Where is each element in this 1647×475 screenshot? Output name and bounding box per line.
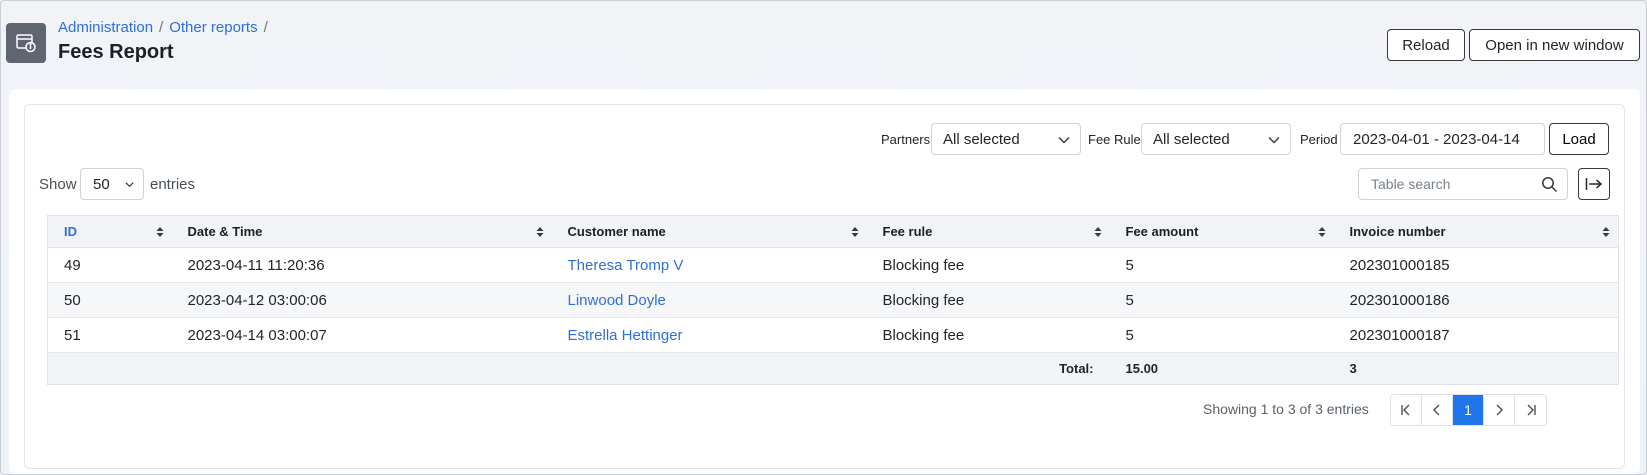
column-header-date-time[interactable]: Date & Time [171,215,552,248]
entries-per-page-value: 50 [93,175,110,193]
chevron-down-icon [1058,137,1070,144]
previous-page-button[interactable] [1422,395,1453,425]
page-title: Fees Report [58,41,174,63]
column-header-label: Fee amount [1125,224,1199,239]
footer-cell [47,352,172,385]
table-header-row: ID Date & Time Customer name Fee rule Fe… [47,215,1619,248]
last-page-button[interactable] [1515,395,1546,425]
report-card: Partners All selected Fee Rule All selec… [9,89,1640,474]
partners-select-value: All selected [943,130,1020,148]
entries-label: entries [150,176,196,193]
table-search-field[interactable] [1358,168,1568,200]
column-header-label: Date & Time [187,224,263,239]
page-button-current[interactable]: 1 [1453,395,1484,425]
column-header-label: Invoice number [1349,224,1446,239]
first-page-icon [1401,404,1410,416]
breadcrumb: Administration / Other reports / [58,19,268,36]
period-input[interactable]: 2023-04-01 - 2023-04-14 [1340,123,1545,155]
pagination-info: Showing 1 to 3 of 3 entries [1203,401,1369,417]
column-header-label: Fee rule [882,224,933,239]
column-header-fee-rule[interactable]: Fee rule [866,215,1110,248]
reload-button[interactable]: Reload [1387,29,1465,61]
next-page-button[interactable] [1484,395,1515,425]
table-row: 51 2023-04-14 03:00:07 Estrella Hettinge… [47,317,1619,353]
export-arrow-icon [1585,178,1603,190]
report-panel: Partners All selected Fee Rule All selec… [24,104,1625,469]
cell-date-time: 2023-04-14 03:00:07 [171,317,552,353]
partners-select[interactable]: All selected [931,123,1081,155]
last-page-icon [1527,404,1536,416]
column-header-id[interactable]: ID [47,215,172,248]
sort-icon [1602,227,1610,237]
cell-date-time: 2023-04-12 03:00:06 [171,282,552,318]
cell-invoice: 202301000186 [1333,282,1619,318]
fee-rule-select-value: All selected [1153,130,1230,148]
customer-link[interactable]: Estrella Hettinger [568,327,683,344]
report-window: Administration / Other reports / Fees Re… [0,0,1647,475]
first-page-button[interactable] [1391,395,1422,425]
breadcrumb-separator: / [159,19,164,36]
column-header-customer-name[interactable]: Customer name [551,215,867,248]
cell-id: 50 [47,282,172,318]
fee-amount-total: 15.00 [1109,352,1334,385]
footer-cell [551,352,867,385]
cell-fee-amount: 5 [1109,282,1334,318]
customer-link[interactable]: Linwood Doyle [568,292,666,309]
cell-customer: Theresa Tromp V [551,247,867,283]
breadcrumb-other-reports[interactable]: Other reports [169,19,257,36]
chevron-down-icon [1268,137,1280,144]
cell-customer: Linwood Doyle [551,282,867,318]
fee-rule-label: Fee Rule [1088,132,1141,147]
sort-icon [1318,227,1325,237]
cell-fee-rule: Blocking fee [866,282,1110,318]
column-header-fee-amount[interactable]: Fee amount [1109,215,1334,248]
export-button[interactable] [1578,168,1610,200]
load-button[interactable]: Load [1549,123,1609,155]
chevron-right-icon [1496,404,1503,416]
partners-label: Partners [881,132,931,147]
table-row: 49 2023-04-11 11:20:36 Theresa Tromp V B… [47,247,1619,283]
chevron-down-icon [125,182,134,188]
breadcrumb-administration[interactable]: Administration [58,19,153,36]
search-icon [1542,177,1558,193]
report-info-icon [6,23,46,63]
sort-icon [536,227,543,237]
sort-icon [1094,227,1101,237]
customer-link[interactable]: Theresa Tromp V [568,257,684,274]
show-label: Show [39,176,77,193]
pagination: 1 [1390,394,1547,426]
fee-rule-select[interactable]: All selected [1141,123,1291,155]
footer-cell [171,352,552,385]
cell-invoice: 202301000187 [1333,317,1619,353]
entries-per-page-select[interactable]: 50 [80,168,144,200]
column-header-label: ID [64,224,77,239]
sort-icon [851,227,858,237]
sort-icon [156,227,163,237]
cell-invoice: 202301000185 [1333,247,1619,283]
breadcrumb-separator: / [263,19,268,36]
chevron-left-icon [1433,404,1440,416]
table-row: 50 2023-04-12 03:00:06 Linwood Doyle Blo… [47,282,1619,318]
cell-fee-rule: Blocking fee [866,317,1110,353]
cell-id: 51 [47,317,172,353]
table-footer-row: Total: 15.00 3 [47,352,1619,385]
cell-fee-amount: 5 [1109,247,1334,283]
invoice-count-total: 3 [1333,352,1619,385]
cell-customer: Estrella Hettinger [551,317,867,353]
table-search-input[interactable] [1371,176,1531,192]
fees-table: ID Date & Time Customer name Fee rule Fe… [47,215,1619,385]
cell-fee-amount: 5 [1109,317,1334,353]
cell-fee-rule: Blocking fee [866,247,1110,283]
total-label: Total: [866,352,1110,385]
open-new-window-button[interactable]: Open in new window [1469,29,1640,61]
cell-date-time: 2023-04-11 11:20:36 [171,247,552,283]
column-header-label: Customer name [567,224,666,239]
cell-id: 49 [47,247,172,283]
column-header-invoice-number[interactable]: Invoice number [1333,215,1619,248]
period-label: Period [1300,132,1338,147]
